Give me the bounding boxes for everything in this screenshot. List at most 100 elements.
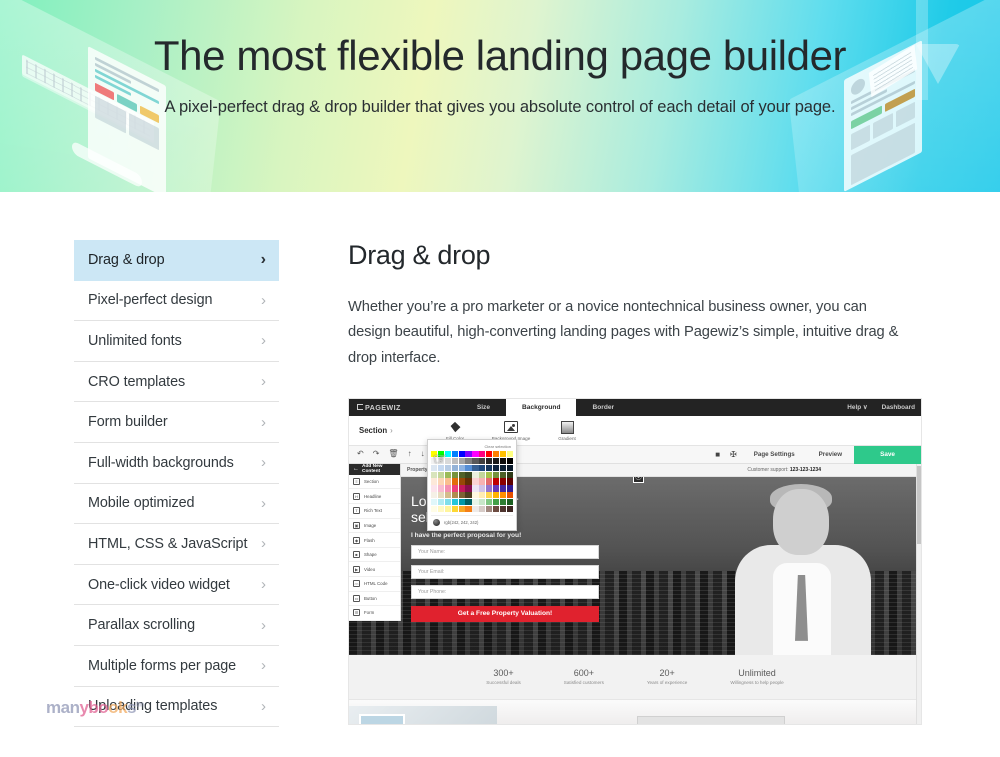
email-field[interactable]: Your Email: bbox=[411, 564, 599, 579]
color-swatch[interactable] bbox=[493, 471, 500, 478]
color-swatch[interactable] bbox=[472, 478, 479, 485]
color-swatch[interactable] bbox=[458, 464, 465, 471]
save-button[interactable]: Save bbox=[854, 445, 921, 464]
move-handle-icon[interactable]: ⦿ bbox=[633, 476, 644, 483]
color-swatch[interactable] bbox=[444, 471, 451, 478]
preview-button[interactable]: Preview bbox=[807, 446, 854, 464]
color-swatch[interactable] bbox=[486, 505, 493, 513]
color-swatch[interactable] bbox=[479, 478, 486, 485]
color-swatch[interactable] bbox=[451, 457, 458, 464]
color-swatch[interactable] bbox=[465, 450, 472, 458]
color-swatch[interactable] bbox=[479, 471, 486, 478]
color-swatch[interactable] bbox=[444, 485, 451, 492]
sidebar-item-pixel-perfect-design[interactable]: Pixel-perfect design › bbox=[74, 281, 279, 322]
color-swatch[interactable] bbox=[431, 485, 438, 492]
color-swatch[interactable] bbox=[479, 485, 486, 492]
content-item-headline[interactable]: H Headline bbox=[349, 489, 400, 505]
color-swatch[interactable] bbox=[465, 499, 472, 506]
color-swatch[interactable] bbox=[479, 499, 486, 506]
color-swatch[interactable] bbox=[506, 464, 513, 471]
color-swatch[interactable] bbox=[506, 485, 513, 492]
color-swatch[interactable] bbox=[472, 471, 479, 478]
color-swatch[interactable] bbox=[506, 471, 513, 478]
sidebar-item-mobile-optimized[interactable]: Mobile optimized › bbox=[74, 484, 279, 525]
color-swatch[interactable] bbox=[451, 464, 458, 471]
color-swatch[interactable] bbox=[458, 471, 465, 478]
color-swatch[interactable] bbox=[458, 457, 465, 464]
color-swatch[interactable] bbox=[493, 492, 500, 499]
custom-color-icon[interactable] bbox=[433, 519, 440, 527]
color-swatch[interactable] bbox=[458, 505, 465, 513]
color-swatch[interactable] bbox=[499, 499, 507, 506]
content-item-flash[interactable]: ◆ Flash bbox=[349, 533, 400, 548]
sidebar-item-drag-and-drop[interactable]: Drag & drop › bbox=[74, 240, 279, 281]
color-swatch[interactable] bbox=[506, 450, 513, 458]
sidebar-item-form-builder[interactable]: Form builder › bbox=[74, 402, 279, 443]
tab-background[interactable]: Background bbox=[506, 398, 577, 416]
add-content-panel-header[interactable]: ← Add New Content bbox=[349, 463, 400, 475]
color-swatch[interactable] bbox=[499, 457, 507, 464]
color-swatch[interactable] bbox=[472, 499, 479, 506]
color-swatch[interactable] bbox=[437, 485, 445, 492]
vertical-scrollbar[interactable] bbox=[916, 463, 921, 724]
delete-icon[interactable]: 🗑 bbox=[388, 450, 398, 458]
color-swatch[interactable] bbox=[437, 471, 445, 478]
sidebar-item-uploading-templates[interactable]: Uploading templates › bbox=[74, 687, 279, 728]
color-swatch[interactable] bbox=[437, 478, 445, 485]
color-swatch[interactable] bbox=[499, 450, 507, 458]
color-swatch[interactable] bbox=[444, 505, 451, 513]
color-swatch[interactable] bbox=[451, 499, 458, 506]
sidebar-item-parallax-scrolling[interactable]: Parallax scrolling › bbox=[74, 605, 279, 646]
color-swatch[interactable] bbox=[465, 457, 472, 464]
move-up-icon[interactable]: ↑ bbox=[408, 450, 412, 458]
color-swatch[interactable] bbox=[451, 505, 458, 513]
color-swatch[interactable] bbox=[458, 478, 465, 485]
color-swatch[interactable] bbox=[431, 471, 438, 478]
color-swatch[interactable] bbox=[472, 457, 479, 464]
color-swatch[interactable] bbox=[493, 457, 500, 464]
color-swatch[interactable] bbox=[458, 492, 465, 499]
section-breadcrumb[interactable]: Section › bbox=[349, 426, 427, 435]
gradient-tool[interactable]: Gradient bbox=[539, 420, 595, 441]
undo-icon[interactable]: ↶ bbox=[357, 450, 364, 458]
color-swatch[interactable] bbox=[465, 492, 472, 499]
color-swatch[interactable] bbox=[486, 499, 493, 506]
color-swatch[interactable] bbox=[506, 499, 513, 506]
color-swatch[interactable] bbox=[493, 499, 500, 506]
content-item-html-code[interactable]: </> HTML Code bbox=[349, 577, 400, 592]
color-swatch[interactable] bbox=[486, 492, 493, 499]
color-swatch[interactable] bbox=[486, 450, 493, 458]
tab-size[interactable]: Size bbox=[461, 399, 506, 416]
color-swatch[interactable] bbox=[499, 485, 507, 492]
color-swatch[interactable] bbox=[486, 471, 493, 478]
color-swatch[interactable] bbox=[486, 457, 493, 464]
color-swatch[interactable] bbox=[437, 505, 445, 513]
help-menu[interactable]: Help ∨ bbox=[847, 403, 867, 411]
color-swatch[interactable] bbox=[472, 464, 479, 471]
move-down-icon[interactable]: ↓ bbox=[421, 450, 425, 458]
content-item-shape[interactable]: ■ Shape bbox=[349, 548, 400, 563]
color-swatch[interactable] bbox=[465, 464, 472, 471]
dashboard-link[interactable]: Dashboard bbox=[882, 404, 915, 411]
redo-icon[interactable]: ↷ bbox=[373, 450, 380, 458]
content-item-video[interactable]: ▶ Video bbox=[349, 562, 400, 577]
color-swatch[interactable] bbox=[431, 505, 438, 513]
cta-button[interactable]: Get a Free Property Valuation! bbox=[411, 605, 599, 622]
color-swatch[interactable] bbox=[451, 471, 458, 478]
color-swatch[interactable] bbox=[444, 492, 451, 499]
name-field[interactable]: Your Name: bbox=[411, 544, 599, 559]
color-swatch[interactable] bbox=[493, 450, 500, 458]
content-item-section[interactable]: ≡ Section bbox=[349, 475, 400, 490]
color-swatch[interactable] bbox=[451, 485, 458, 492]
color-swatch[interactable] bbox=[451, 478, 458, 485]
color-swatch[interactable] bbox=[479, 457, 486, 464]
sidebar-item-full-width-backgrounds[interactable]: Full-width backgrounds › bbox=[74, 443, 279, 484]
sidebar-item-unlimited-fonts[interactable]: Unlimited fonts › bbox=[74, 321, 279, 362]
color-swatch[interactable] bbox=[472, 505, 479, 513]
color-swatch[interactable] bbox=[493, 485, 500, 492]
color-swatch[interactable] bbox=[458, 499, 465, 506]
color-swatch[interactable] bbox=[458, 485, 465, 492]
content-item-image[interactable]: ▣ Image bbox=[349, 519, 400, 534]
sidebar-item-multiple-forms-per-page[interactable]: Multiple forms per page › bbox=[74, 646, 279, 687]
sidebar-item-html-css-javascript[interactable]: HTML, CSS & JavaScript › bbox=[74, 524, 279, 565]
